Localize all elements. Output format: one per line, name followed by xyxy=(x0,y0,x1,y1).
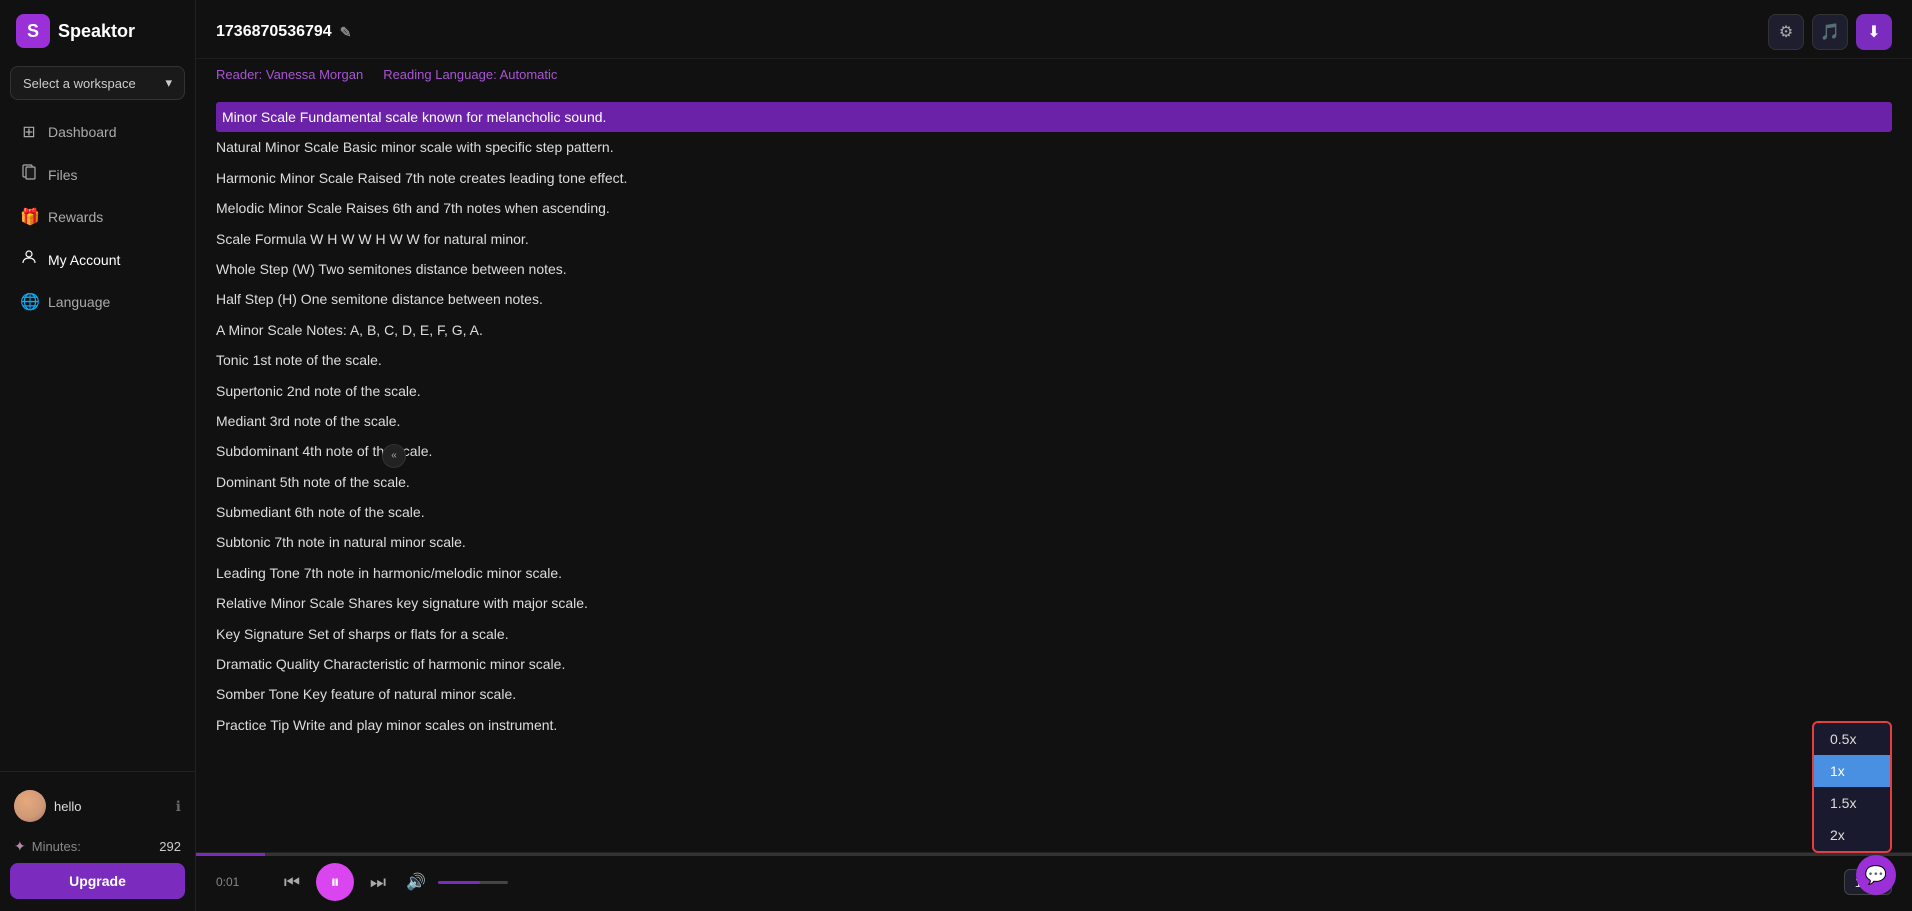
dashboard-icon: ⊞ xyxy=(20,122,38,142)
sidebar-bottom: hello ℹ ✦ Minutes: 292 Upgrade xyxy=(0,771,195,911)
player-controls: ⏮ ⏸ ⏭ xyxy=(276,863,394,901)
text-line: Dramatic Quality Characteristic of harmo… xyxy=(216,649,1892,679)
progress-bar-container[interactable] xyxy=(196,853,1912,856)
logo-icon: S xyxy=(16,14,50,48)
nav-menu: ⊞ Dashboard Files 🎁 Rewards My xyxy=(0,108,195,771)
avatar xyxy=(14,790,46,822)
player-bar: 0:01 ⏮ ⏸ ⏭ 🔊 0.5x 1x 1.5x 2x 1x ▾ xyxy=(196,852,1912,911)
text-line: Half Step (H) One semitone distance betw… xyxy=(216,284,1892,314)
speed-option-1.5x[interactable]: 1.5x xyxy=(1814,787,1890,819)
prev-button[interactable]: ⏮ xyxy=(276,866,308,898)
speed-option-1x[interactable]: 1x xyxy=(1814,755,1890,787)
text-line: Whole Step (W) Two semitones distance be… xyxy=(216,254,1892,284)
language-label: Reading Language: Automatic xyxy=(383,67,557,82)
workspace-label: Select a workspace xyxy=(23,76,136,91)
download-button[interactable]: ⬇ xyxy=(1856,14,1892,50)
sidebar-collapse-button[interactable]: « xyxy=(382,444,406,468)
sidebar-item-label: Rewards xyxy=(48,209,103,225)
audio-button[interactable]: 🎵 xyxy=(1812,14,1848,50)
next-button[interactable]: ⏭ xyxy=(362,866,394,898)
settings-button[interactable]: ⚙ xyxy=(1768,14,1804,50)
sidebar-item-label: Language xyxy=(48,294,110,310)
main-content: « 1736870536794 ✎ ⚙ 🎵 ⬇ Reader: Vanessa … xyxy=(196,0,1912,911)
document-id: 1736870536794 xyxy=(216,23,332,41)
workspace-chevron: ▾ xyxy=(165,75,172,91)
reader-label: Reader: Vanessa Morgan xyxy=(216,67,363,82)
text-line: Subdominant 4th note of the scale. xyxy=(216,436,1892,466)
sidebar-item-rewards[interactable]: 🎁 Rewards xyxy=(8,197,187,237)
header-actions: ⚙ 🎵 ⬇ xyxy=(1768,14,1892,50)
content-area[interactable]: Minor Scale Fundamental scale known for … xyxy=(196,90,1912,852)
rewards-icon: 🎁 xyxy=(20,207,38,227)
text-line: Relative Minor Scale Shares key signatur… xyxy=(216,588,1892,618)
text-line: Practice Tip Write and play minor scales… xyxy=(216,710,1892,740)
time-display: 0:01 xyxy=(216,875,248,889)
info-icon[interactable]: ℹ xyxy=(176,798,181,815)
workspace-selector[interactable]: Select a workspace ▾ xyxy=(10,66,185,100)
edit-icon[interactable]: ✎ xyxy=(340,24,352,41)
text-line: Natural Minor Scale Basic minor scale wi… xyxy=(216,132,1892,162)
text-line: Leading Tone 7th note in harmonic/melodi… xyxy=(216,558,1892,588)
text-line: Key Signature Set of sharps or flats for… xyxy=(216,619,1892,649)
files-icon xyxy=(20,164,38,185)
user-name: hello xyxy=(54,799,81,814)
play-pause-button[interactable]: ⏸ xyxy=(316,863,354,901)
speed-dropdown: 0.5x 1x 1.5x 2x xyxy=(1812,721,1892,853)
text-line: Mediant 3rd note of the scale. xyxy=(216,406,1892,436)
volume-slider[interactable] xyxy=(438,881,508,884)
sidebar-item-label: Dashboard xyxy=(48,124,117,140)
text-line: Supertonic 2nd note of the scale. xyxy=(216,376,1892,406)
minutes-label: Minutes: xyxy=(32,839,81,854)
progress-bar-fill xyxy=(196,853,265,856)
sidebar-item-language[interactable]: 🌐 Language xyxy=(8,282,187,322)
minutes-value: 292 xyxy=(159,839,181,854)
text-line: Harmonic Minor Scale Raised 7th note cre… xyxy=(216,163,1892,193)
volume-fill xyxy=(438,881,480,884)
chat-bubble[interactable]: 💬 xyxy=(1856,855,1896,895)
document-title-row: 1736870536794 ✎ xyxy=(216,23,351,41)
sidebar: S Speaktor Select a workspace ▾ ⊞ Dashbo… xyxy=(0,0,196,911)
text-line: Scale Formula W H W W H W W for natural … xyxy=(216,224,1892,254)
speed-option-0.5x[interactable]: 0.5x xyxy=(1814,723,1890,755)
text-line: Minor Scale Fundamental scale known for … xyxy=(216,102,1892,132)
app-name: Speaktor xyxy=(58,21,135,42)
document-header: 1736870536794 ✎ ⚙ 🎵 ⬇ xyxy=(196,0,1912,59)
speed-option-2x[interactable]: 2x xyxy=(1814,819,1890,851)
text-line: Tonic 1st note of the scale. xyxy=(216,345,1892,375)
sidebar-item-files[interactable]: Files xyxy=(8,154,187,195)
sidebar-item-label: Files xyxy=(48,167,78,183)
account-icon xyxy=(20,249,38,270)
text-line: Subtonic 7th note in natural minor scale… xyxy=(216,527,1892,557)
logo-area: S Speaktor xyxy=(0,0,195,62)
language-icon: 🌐 xyxy=(20,292,38,312)
user-row: hello ℹ xyxy=(10,784,185,828)
text-line: A Minor Scale Notes: A, B, C, D, E, F, G… xyxy=(216,315,1892,345)
text-line: Submediant 6th note of the scale. xyxy=(216,497,1892,527)
volume-button[interactable]: 🔊 xyxy=(406,872,426,892)
text-line: Somber Tone Key feature of natural minor… xyxy=(216,679,1892,709)
sidebar-item-dashboard[interactable]: ⊞ Dashboard xyxy=(8,112,187,152)
sidebar-item-my-account[interactable]: My Account xyxy=(8,239,187,280)
document-meta: Reader: Vanessa Morgan Reading Language:… xyxy=(196,59,1912,90)
text-line: Dominant 5th note of the scale. xyxy=(216,467,1892,497)
text-line: Melodic Minor Scale Raises 6th and 7th n… xyxy=(216,193,1892,223)
minutes-icon: ✦ xyxy=(14,838,26,855)
upgrade-button[interactable]: Upgrade xyxy=(10,863,185,899)
minutes-row: ✦ Minutes: 292 xyxy=(10,834,185,863)
sidebar-item-label: My Account xyxy=(48,252,120,268)
